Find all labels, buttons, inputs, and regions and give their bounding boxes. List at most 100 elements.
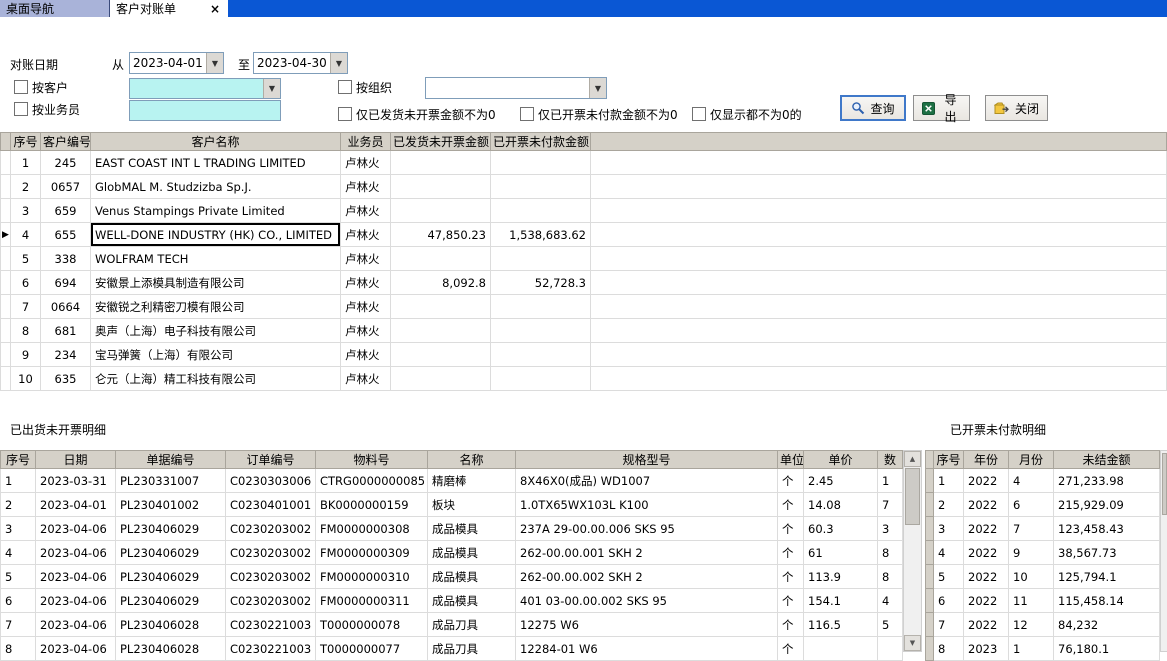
cell (1, 175, 11, 199)
close-button[interactable]: 关闭 (985, 95, 1048, 121)
tab-customer-statement[interactable]: 客户对账单 × (110, 0, 228, 17)
table-row[interactable]: 5338WOLFRAM TECH卢林火 (1, 247, 1167, 271)
column-header[interactable]: 序号 (1, 451, 36, 469)
column-header[interactable]: 序号 (11, 133, 41, 151)
cell: 1 (1009, 637, 1054, 661)
table-row[interactable]: 72023-04-06PL230406028C0230221003T000000… (1, 613, 903, 637)
only-invoiced-nonzero-checkbox[interactable]: 仅已开票未付款金额不为0 (520, 107, 678, 121)
column-header[interactable]: 客户编号 (41, 133, 91, 151)
table-row[interactable]: 20657GlobMAL M. Studzizba Sp.J.卢林火 (1, 175, 1167, 199)
cell: 6 (11, 271, 41, 295)
query-button[interactable]: 查询 (840, 95, 906, 121)
table-row[interactable]: 70664安徽锐之利精密刀模有限公司卢林火 (1, 295, 1167, 319)
tab-bar: 桌面导航 客户对账单 × (0, 0, 1167, 17)
chevron-down-icon[interactable]: ▼ (263, 79, 280, 98)
column-header[interactable]: 单据编号 (116, 451, 226, 469)
cell: PL230406029 (116, 589, 226, 613)
from-date-value: 2023-04-01 (130, 56, 206, 70)
column-header[interactable]: 已发货未开票金额 (391, 133, 491, 151)
chevron-down-icon[interactable]: ▼ (330, 53, 347, 73)
cell: 125,794.1 (1054, 565, 1160, 589)
cell: 3 (934, 517, 964, 541)
tab-desktop-navigation[interactable]: 桌面导航 (0, 0, 110, 17)
column-header[interactable]: 月份 (1009, 451, 1054, 469)
table-row[interactable]: 3659Venus Stampings Private Limited卢林火 (1, 199, 1167, 223)
chevron-down-icon[interactable]: ▼ (206, 53, 223, 73)
column-header[interactable]: 单位 (778, 451, 804, 469)
cell: 0657 (41, 175, 91, 199)
scroll-down-icon[interactable]: ▼ (904, 635, 921, 651)
table-row[interactable]: 8681奥声（上海）电子科技有限公司卢林火 (1, 319, 1167, 343)
shipped-table-scrollbar[interactable]: ▲ ▼ (903, 450, 922, 652)
table-row[interactable]: 220226215,929.09 (926, 493, 1160, 517)
table-row[interactable]: 320227123,458.43 (926, 517, 1160, 541)
export-button[interactable]: 导出 (913, 95, 970, 121)
column-header[interactable]: 序号 (934, 451, 964, 469)
table-row[interactable]: 42023-04-06PL230406029C0230203002FM00000… (1, 541, 903, 565)
cell: 5 (878, 613, 903, 637)
table-row[interactable]: 52023-04-06PL230406029C0230203002FM00000… (1, 565, 903, 589)
by-salesperson-checkbox[interactable]: 按业务员 (14, 102, 80, 116)
shipped-detail-title: 已出货未开票明细 (10, 421, 106, 438)
column-header[interactable]: 物料号 (316, 451, 428, 469)
table-row[interactable]: 82023-04-06PL230406028C0230221003T000000… (1, 637, 903, 661)
cell (804, 637, 878, 661)
cell: 2023-04-06 (36, 589, 116, 613)
close-tab-icon[interactable]: × (208, 2, 222, 16)
column-header[interactable]: 订单编号 (226, 451, 316, 469)
cell: 成品模具 (428, 589, 516, 613)
column-header[interactable]: 日期 (36, 451, 116, 469)
column-header[interactable]: 名称 (428, 451, 516, 469)
cell: 2022 (964, 517, 1009, 541)
from-date-select[interactable]: 2023-04-01 ▼ (129, 52, 224, 74)
to-date-select[interactable]: 2023-04-30 ▼ (253, 52, 348, 74)
cell (591, 223, 1167, 247)
scrollbar-thumb[interactable] (1162, 453, 1167, 515)
column-header[interactable]: 规格型号 (516, 451, 778, 469)
cell (491, 151, 591, 175)
cell: 7 (1009, 517, 1054, 541)
column-header[interactable]: 单价 (804, 451, 878, 469)
table-row[interactable]: ▶4655WELL-DONE INDUSTRY (HK) CO., LIMITE… (1, 223, 1167, 247)
column-header[interactable]: 客户名称 (91, 133, 341, 151)
scrollbar-thumb[interactable] (905, 468, 920, 525)
table-row[interactable]: 10635仑元（上海）精工科技有限公司卢林火 (1, 367, 1167, 391)
table-row[interactable]: 32023-04-06PL230406029C0230203002FM00000… (1, 517, 903, 541)
column-header[interactable] (591, 133, 1167, 151)
table-row[interactable]: 82023176,180.1 (926, 637, 1160, 661)
from-label: 从 (112, 56, 124, 73)
table-row[interactable]: 6694安徽景上添模具制造有限公司卢林火8,092.852,728.3 (1, 271, 1167, 295)
column-header[interactable]: 数 (878, 451, 903, 469)
cell: 4 (878, 589, 903, 613)
only-shipped-nonzero-checkbox[interactable]: 仅已发货未开票金额不为0 (338, 107, 496, 121)
by-organization-checkbox[interactable]: 按组织 (338, 80, 392, 94)
chevron-down-icon[interactable]: ▼ (589, 78, 606, 98)
column-header[interactable] (926, 451, 934, 469)
table-row[interactable]: 5202210125,794.1 (926, 565, 1160, 589)
table-row[interactable]: 22023-04-01PL230401002C0230401001BK00000… (1, 493, 903, 517)
table-row[interactable]: 12023-03-31PL230331007C0230303006CTRG000… (1, 469, 903, 493)
table-row[interactable]: 42022938,567.73 (926, 541, 1160, 565)
invoiced-table-scrollbar[interactable] (1160, 450, 1167, 652)
column-header[interactable] (1, 133, 11, 151)
table-row[interactable]: 120224271,233.98 (926, 469, 1160, 493)
organization-select[interactable]: ▼ (425, 77, 607, 99)
table-row[interactable]: 1245EAST COAST INT L TRADING LIMITED卢林火 (1, 151, 1167, 175)
cell: 60.3 (804, 517, 878, 541)
only-both-nonzero-checkbox[interactable]: 仅显示都不为0的 (692, 107, 802, 121)
cell (591, 319, 1167, 343)
by-customer-checkbox[interactable]: 按客户 (14, 80, 68, 94)
salesperson-input[interactable] (129, 100, 281, 121)
column-header[interactable]: 年份 (964, 451, 1009, 469)
customer-select[interactable]: ▼ (129, 78, 281, 99)
table-row[interactable]: 720221284,232 (926, 613, 1160, 637)
cell: 123,458.43 (1054, 517, 1160, 541)
cell: 8 (1, 637, 36, 661)
table-row[interactable]: 9234宝马弹簧（上海）有限公司卢林火 (1, 343, 1167, 367)
column-header[interactable]: 业务员 (341, 133, 391, 151)
scroll-up-icon[interactable]: ▲ (904, 451, 921, 467)
column-header[interactable]: 已开票未付款金额 (491, 133, 591, 151)
table-row[interactable]: 6202211115,458.14 (926, 589, 1160, 613)
table-row[interactable]: 62023-04-06PL230406029C0230203002FM00000… (1, 589, 903, 613)
column-header[interactable]: 未结金额 (1054, 451, 1160, 469)
